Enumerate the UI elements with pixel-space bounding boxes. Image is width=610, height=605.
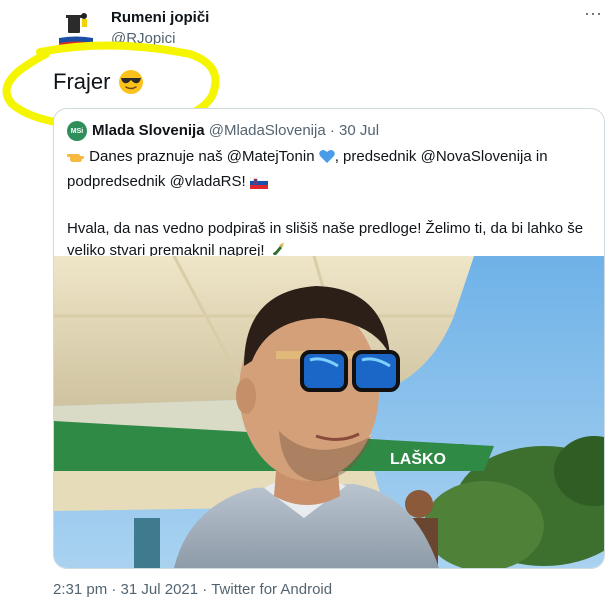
quoted-line-1: Danes praznuje naš @MatejTonin , predsed… bbox=[67, 146, 592, 171]
mention-matejtonin[interactable]: @MatejTonin bbox=[227, 148, 315, 165]
quoted-author-handle[interactable]: @MladaSlovenija bbox=[209, 122, 326, 139]
quoted-line2-post: ! bbox=[241, 173, 246, 190]
lasko-sign: LAŠKO bbox=[390, 449, 446, 468]
sunglasses-emoji-icon bbox=[118, 69, 144, 95]
tweet: Rumeni jopiči @RJopici ··· Frajer MSi Ml… bbox=[0, 0, 610, 605]
quoted-line1-mid: , predsednik bbox=[334, 148, 417, 165]
quoted-line1-pre: Danes praznuje naš bbox=[89, 148, 223, 165]
tweet-text-content: Frajer bbox=[53, 69, 111, 94]
quoted-separator: · bbox=[329, 122, 335, 139]
quoted-date[interactable]: 30 Jul bbox=[339, 122, 379, 139]
footer-separator-2: · bbox=[202, 581, 208, 598]
tweet-time[interactable]: 2:31 pm bbox=[53, 581, 107, 598]
quoted-line2-pre: podpredsednik bbox=[67, 173, 166, 190]
author-name[interactable]: Rumeni jopiči bbox=[111, 9, 209, 26]
more-options-icon[interactable]: ··· bbox=[580, 4, 606, 26]
quoted-line1-post: in bbox=[535, 148, 548, 165]
quoted-tweet-photo[interactable]: LAŠKO bbox=[54, 256, 604, 568]
tweet-timestamp: 2:31 pm · 31 Jul 2021 · Twitter for Andr… bbox=[53, 581, 332, 598]
quoted-line-2: podpredsednik @vladaRS! bbox=[67, 171, 592, 196]
mention-vladars[interactable]: @vladaRS bbox=[170, 173, 242, 190]
quoted-tweet-header: Mlada Slovenija @MladaSlovenija · 30 Jul bbox=[92, 122, 379, 139]
tweet-text: Frajer bbox=[53, 69, 144, 95]
tweet-date[interactable]: 31 Jul 2021 bbox=[121, 581, 199, 598]
author-avatar[interactable] bbox=[53, 7, 99, 53]
quoted-author-avatar[interactable]: MSi bbox=[67, 121, 87, 141]
quoted-author-name[interactable]: Mlada Slovenija bbox=[92, 122, 205, 139]
mention-novaslovenija[interactable]: @NovaSlovenija bbox=[421, 148, 532, 165]
quoted-para2-text: Hvala, da nas vedno podpiraš in slišiš n… bbox=[67, 220, 584, 259]
quoted-tweet-body: Danes praznuje naš @MatejTonin , predsed… bbox=[67, 146, 592, 265]
quoted-tweet-card[interactable]: MSi Mlada Slovenija @MladaSlovenija · 30… bbox=[53, 108, 605, 569]
tweet-source[interactable]: Twitter for Android bbox=[211, 581, 332, 598]
blue-heart-icon bbox=[318, 149, 335, 171]
pointing-hand-icon bbox=[67, 148, 85, 171]
footer-separator-1: · bbox=[111, 581, 117, 598]
slovenia-flag-icon bbox=[249, 174, 269, 196]
author-handle[interactable]: @RJopici bbox=[111, 30, 175, 47]
